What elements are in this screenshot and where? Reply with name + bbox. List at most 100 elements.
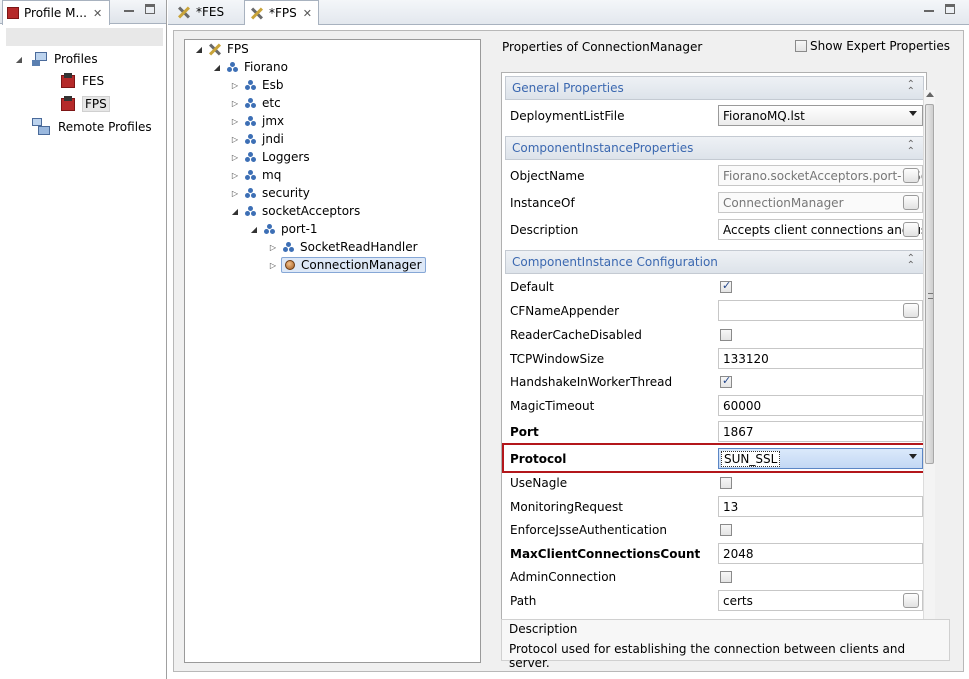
port-field[interactable]: 1867 bbox=[718, 421, 923, 442]
tree-node-fiorano[interactable]: ◢ Fiorano bbox=[211, 58, 288, 76]
description-panel: Description Protocol used for establishi… bbox=[501, 619, 950, 670]
tree-node-esb[interactable]: ▷ Esb bbox=[229, 76, 284, 94]
property-label: UseNagle bbox=[510, 476, 568, 490]
deployment-list-dropdown[interactable]: FioranoMQ.lst bbox=[718, 105, 923, 126]
collapse-arrow-icon[interactable]: ▷ bbox=[229, 153, 241, 162]
tree-node-jndi[interactable]: ▷ jndi bbox=[229, 130, 284, 148]
field-value: 13 bbox=[723, 499, 739, 514]
monitoringrequest-field[interactable]: 13 bbox=[718, 496, 923, 517]
tab-fes[interactable]: *FES bbox=[172, 0, 244, 24]
readercachedisabled-checkbox[interactable] bbox=[720, 329, 732, 341]
objectname-field[interactable]: Fiorano.socketAcceptors.port-1:Se bbox=[718, 165, 923, 186]
collapse-arrow-icon[interactable]: ▷ bbox=[229, 99, 241, 108]
adminconnection-checkbox[interactable] bbox=[720, 571, 732, 583]
maximize-icon[interactable] bbox=[145, 4, 157, 16]
tree-node-label: ConnectionManager bbox=[301, 258, 422, 272]
magictimeout-field[interactable]: 60000 bbox=[718, 395, 923, 416]
expert-checkbox[interactable] bbox=[795, 40, 808, 52]
collapse-arrow-icon[interactable]: ▷ bbox=[267, 243, 279, 252]
editor-tabbar: *FES *FPS ✕ bbox=[168, 0, 969, 25]
show-expert-properties-toggle[interactable]: Show Expert Properties bbox=[795, 39, 950, 53]
tree-item-label: FES bbox=[82, 74, 105, 88]
collapse-section-icon[interactable]: ⌃ ⌃ bbox=[907, 80, 915, 97]
tree-item-fes[interactable]: FES bbox=[60, 72, 104, 90]
tree-node-etc[interactable]: ▷ etc bbox=[229, 94, 281, 112]
tree-node-socketacceptors[interactable]: ◢ socketAcceptors bbox=[229, 202, 360, 220]
collapse-arrow-icon[interactable]: ▷ bbox=[229, 171, 241, 180]
tab-profile-manager[interactable]: Profile M... ✕ bbox=[2, 0, 110, 25]
cfnameappender-field[interactable] bbox=[718, 300, 923, 321]
protocol-dropdown[interactable]: SUN_SSL bbox=[718, 448, 923, 469]
collapse-arrow-icon[interactable]: ▷ bbox=[267, 261, 279, 270]
close-icon[interactable]: ✕ bbox=[93, 7, 102, 20]
tree-node-loggers[interactable]: ▷ Loggers bbox=[229, 148, 310, 166]
tools-icon bbox=[249, 6, 265, 20]
property-row-adminconnection: AdminConnection bbox=[505, 565, 924, 589]
profile-manager-view: Profile M... ✕ ◢ Profiles FES FPS Remote… bbox=[0, 0, 167, 679]
tree-item-profiles[interactable]: ◢ Profiles bbox=[14, 50, 98, 68]
collapse-arrow-icon[interactable]: ▷ bbox=[229, 81, 241, 90]
editor-area: *FES *FPS ✕ ◢ FPS ◢ Fiorano ▷ Esb ▷ etc … bbox=[168, 0, 969, 679]
tools-icon bbox=[176, 5, 192, 19]
field-value: certs bbox=[723, 593, 753, 608]
tree-node-port-1[interactable]: ◢ port-1 bbox=[248, 220, 318, 238]
expand-arrow-icon[interactable]: ◢ bbox=[193, 45, 205, 54]
tree-node-security[interactable]: ▷ security bbox=[229, 184, 310, 202]
tree-item-remote-profiles[interactable]: Remote Profiles bbox=[32, 118, 152, 136]
section-title: ComponentInstanceProperties bbox=[512, 141, 694, 155]
tree-node-fps[interactable]: ◢ FPS bbox=[193, 40, 249, 58]
tree-node-connectionmanager[interactable]: ▷ ConnectionManager bbox=[267, 256, 426, 274]
handshake-checkbox[interactable] bbox=[720, 374, 732, 388]
default-checkbox[interactable] bbox=[720, 279, 732, 293]
maximize-icon[interactable] bbox=[945, 4, 957, 16]
expand-arrow-icon[interactable]: ◢ bbox=[248, 225, 260, 234]
usenagle-checkbox[interactable] bbox=[720, 477, 732, 489]
instanceof-field[interactable]: ConnectionManager bbox=[718, 192, 923, 213]
tools-icon bbox=[207, 42, 223, 56]
tree-item-fps[interactable]: FPS bbox=[60, 95, 110, 113]
maxclientconnections-field[interactable]: 2048 bbox=[718, 543, 923, 564]
ellipsis-button[interactable] bbox=[903, 195, 919, 210]
tab-fps[interactable]: *FPS ✕ bbox=[244, 0, 319, 25]
properties-scrollbar[interactable] bbox=[923, 90, 935, 630]
ellipsis-button[interactable] bbox=[903, 222, 919, 237]
node-icon bbox=[283, 242, 295, 252]
collapse-arrow-icon[interactable]: ▷ bbox=[229, 135, 241, 144]
dropdown-arrow-icon[interactable] bbox=[909, 454, 917, 459]
property-row-cfnameappender: CFNameAppender bbox=[505, 299, 924, 323]
path-field[interactable]: certs bbox=[718, 590, 923, 611]
tree-node-jmx[interactable]: ▷ jmx bbox=[229, 112, 284, 130]
collapse-section-icon[interactable]: ⌃ ⌃ bbox=[907, 254, 915, 271]
ellipsis-button[interactable] bbox=[903, 303, 919, 318]
scroll-thumb[interactable] bbox=[925, 104, 934, 464]
expand-arrow-icon[interactable]: ◢ bbox=[211, 63, 223, 72]
property-label: Protocol bbox=[510, 452, 567, 466]
minimize-icon[interactable] bbox=[924, 4, 936, 16]
node-icon bbox=[227, 62, 239, 72]
node-icon bbox=[245, 98, 257, 108]
server-profile-icon bbox=[60, 73, 76, 89]
collapse-section-icon[interactable]: ⌃ ⌃ bbox=[907, 140, 915, 157]
minimize-icon[interactable] bbox=[124, 4, 136, 16]
enforcejsse-checkbox[interactable] bbox=[720, 524, 732, 536]
close-icon[interactable]: ✕ bbox=[303, 7, 312, 20]
ellipsis-button[interactable] bbox=[903, 593, 919, 608]
collapse-arrow-icon[interactable]: ▷ bbox=[229, 189, 241, 198]
tcpwindowsize-field[interactable]: 133120 bbox=[718, 348, 923, 369]
field-value: ConnectionManager bbox=[723, 195, 844, 210]
property-label: Description bbox=[510, 223, 579, 237]
description-field[interactable]: Accepts client connections and us bbox=[718, 219, 923, 240]
tree-node-socketreadhandler[interactable]: ▷ SocketReadHandler bbox=[267, 238, 418, 256]
collapse-arrow-icon[interactable]: ▷ bbox=[229, 117, 241, 126]
tree-item-label: Profiles bbox=[54, 52, 98, 66]
expand-arrow-icon[interactable]: ◢ bbox=[229, 207, 241, 216]
section-component-instance-configuration[interactable]: ComponentInstance Configuration ⌃ ⌃ bbox=[505, 250, 924, 274]
tree-node-mq[interactable]: ▷ mq bbox=[229, 166, 281, 184]
ellipsis-button[interactable] bbox=[903, 168, 919, 183]
expand-arrow-icon[interactable]: ◢ bbox=[14, 55, 24, 64]
tree-node-label: security bbox=[262, 186, 310, 200]
scroll-up-icon[interactable] bbox=[926, 92, 934, 97]
section-general-properties[interactable]: General Properties ⌃ ⌃ bbox=[505, 76, 924, 100]
section-component-instance-properties[interactable]: ComponentInstanceProperties ⌃ ⌃ bbox=[505, 136, 924, 160]
dropdown-arrow-icon[interactable] bbox=[909, 111, 917, 116]
